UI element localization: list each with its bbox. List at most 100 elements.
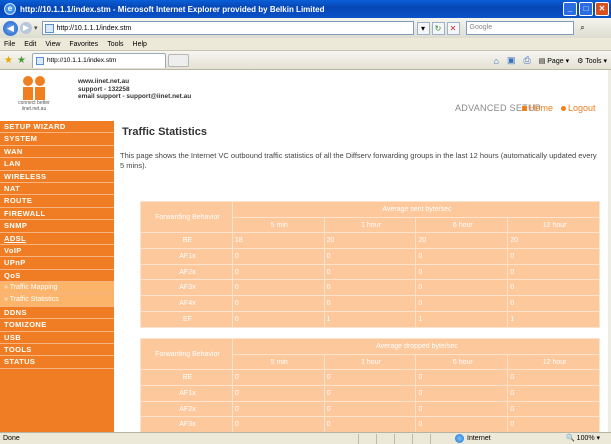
sidebar-item-wireless[interactable]: WIRELESS [0, 171, 114, 183]
logout-link[interactable]: Logout [561, 103, 596, 113]
zone-label: Internet [467, 435, 491, 442]
status-panel [430, 434, 448, 444]
sidebar-item-snmp[interactable]: SNMP [0, 220, 114, 233]
sidebar-item-firewall[interactable]: FIREWALL [0, 208, 114, 221]
table-cell: 0 [507, 263, 600, 281]
close-button[interactable]: ✕ [595, 2, 609, 16]
search-input[interactable]: Google [465, 21, 574, 35]
refresh-icon[interactable]: ↻ [431, 21, 445, 35]
menu-edit[interactable]: Edit [24, 41, 36, 48]
table-cell: 0 [507, 385, 600, 402]
page-menu-button[interactable]: ▤ Page ▾ [539, 57, 569, 65]
sidebar-item-system[interactable]: SYSTEM [0, 133, 114, 146]
menu-bar: File Edit View Favorites Tools Help [0, 38, 611, 51]
sidebar-item-lan[interactable]: LAN [0, 158, 114, 171]
iinet-logo: connect better iinet.net.au [15, 76, 53, 114]
favorites-star-icon[interactable]: ★ [4, 55, 13, 66]
row-label: BE [140, 232, 233, 250]
status-panel [394, 434, 412, 444]
sidebar-item-usb[interactable]: USB [0, 332, 114, 345]
window-controls: _ □ ✕ [563, 2, 609, 16]
table-row: AF4x 0 0 0 0 [140, 295, 600, 312]
table-cell: 0 [231, 248, 325, 265]
sidebar-nav: SETUP WIZARD SYSTEM WAN LAN WIRELESS NAT… [0, 121, 114, 432]
address-bar: ◀ ▶ ▾ http://10.1.1.1/index.stm ▾ ↻ ✕ Go… [0, 18, 611, 38]
sidebar-item-traffic-statistics[interactable]: » Traffic Statistics [0, 294, 114, 307]
window-title: http://10.1.1.1/index.stm - Microsoft In… [20, 4, 325, 14]
table-cell: 0 [415, 385, 509, 402]
zoom-control[interactable]: 🔍 100% ▾ [566, 434, 600, 442]
menu-favorites[interactable]: Favorites [69, 41, 98, 48]
forwarding-behavior-header: Forwarding Behavior [140, 337, 233, 371]
table-cell: 0 [323, 295, 417, 312]
new-tab-button[interactable] [167, 53, 189, 67]
search-icon[interactable]: ⌕ [576, 21, 590, 35]
column-header: 5 min [231, 216, 325, 234]
status-panel [358, 434, 376, 444]
sidebar-item-status[interactable]: STATUS [0, 356, 114, 369]
table-cell: 0 [415, 263, 509, 281]
menu-help[interactable]: Help [133, 41, 147, 48]
table-row: BE 0 0 0 0 [140, 369, 600, 387]
print-icon[interactable]: ⎙ [524, 55, 531, 66]
security-zone[interactable]: Internet [455, 434, 491, 443]
sidebar-item-voip[interactable]: VoIP [0, 245, 114, 258]
sent-stats-table: Forwarding Behavior Average sent byte/se… [140, 200, 601, 328]
table-cell: 0 [231, 369, 325, 387]
column-header: 6 hour [415, 353, 509, 371]
address-buttons: ▾ ↻ ✕ [416, 21, 460, 35]
row-label: AF2x [140, 263, 233, 281]
minimize-button[interactable]: _ [563, 2, 577, 16]
table-cell: 0 [507, 400, 600, 418]
dropped-group-header: Average dropped byte/sec [231, 338, 601, 355]
tab-current[interactable]: http://10.1.1.1/index.stm [31, 52, 166, 68]
table-row: EF 0 1 1 1 [140, 310, 600, 328]
feeds-icon[interactable]: ▣ [507, 55, 516, 66]
sidebar-item-upnp[interactable]: UPnP [0, 257, 114, 270]
sidebar-item-setup-wizard[interactable]: SETUP WIZARD [0, 121, 114, 134]
table-cell: 0 [415, 400, 509, 418]
tools-menu-label: Tools [585, 57, 602, 65]
menu-file[interactable]: File [4, 41, 15, 48]
address-dropdown-icon[interactable]: ▾ [416, 21, 430, 35]
tools-menu-button[interactable]: ⚙ Tools ▾ [577, 57, 607, 65]
status-panels [358, 434, 448, 444]
forward-button[interactable]: ▶ [20, 22, 32, 34]
table-cell: 0 [323, 248, 417, 265]
sidebar-item-adsl[interactable]: ADSL [0, 233, 114, 245]
sidebar-item-nat[interactable]: NAT [0, 183, 114, 196]
sidebar-item-tomizone[interactable]: TOMIZONE [0, 319, 114, 332]
sent-group-header: Average sent byte/sec [231, 201, 601, 218]
contact-email: email support - support@iinet.net.au [78, 93, 192, 100]
table-cell: 1 [415, 310, 509, 328]
back-button[interactable]: ◀ [3, 20, 18, 36]
menu-view[interactable]: View [45, 41, 60, 48]
table-cell: 0 [415, 279, 509, 297]
row-label: AF1x [140, 385, 233, 402]
dropped-stats-table: Forwarding Behavior Average dropped byte… [140, 337, 601, 432]
contact-phone: support - 132258 [78, 85, 130, 93]
page-icon [44, 23, 54, 33]
sidebar-item-ddns[interactable]: DDNS [0, 307, 114, 320]
maximize-button[interactable]: □ [579, 2, 593, 16]
column-header: 5 min [231, 353, 325, 371]
home-link[interactable]: Home [522, 103, 553, 113]
table-cell: 0 [231, 385, 325, 402]
stop-icon[interactable]: ✕ [446, 21, 460, 35]
history-dropdown-icon[interactable]: ▾ [34, 24, 38, 32]
row-label: AF3x [140, 279, 233, 297]
page-title: Traffic Statistics [122, 126, 207, 138]
url-input[interactable]: http://10.1.1.1/index.stm [41, 21, 414, 35]
sidebar-item-qos[interactable]: QoS [0, 270, 114, 283]
add-favorites-icon[interactable]: ★ [17, 55, 26, 66]
sidebar-item-wan[interactable]: WAN [0, 146, 114, 159]
table-cell: 0 [231, 263, 325, 281]
sidebar-item-tools[interactable]: TOOLS [0, 344, 114, 357]
logout-bullet-icon [561, 106, 567, 112]
menu-tools[interactable]: Tools [107, 41, 123, 48]
home-icon[interactable]: ⌂ [494, 56, 499, 66]
table-cell: 1 [323, 310, 417, 328]
window-titlebar: e http://10.1.1.1/index.stm - Microsoft … [0, 0, 611, 18]
sidebar-item-route[interactable]: ROUTE [0, 195, 114, 208]
sidebar-item-traffic-mapping[interactable]: » Traffic Mapping [0, 282, 114, 295]
